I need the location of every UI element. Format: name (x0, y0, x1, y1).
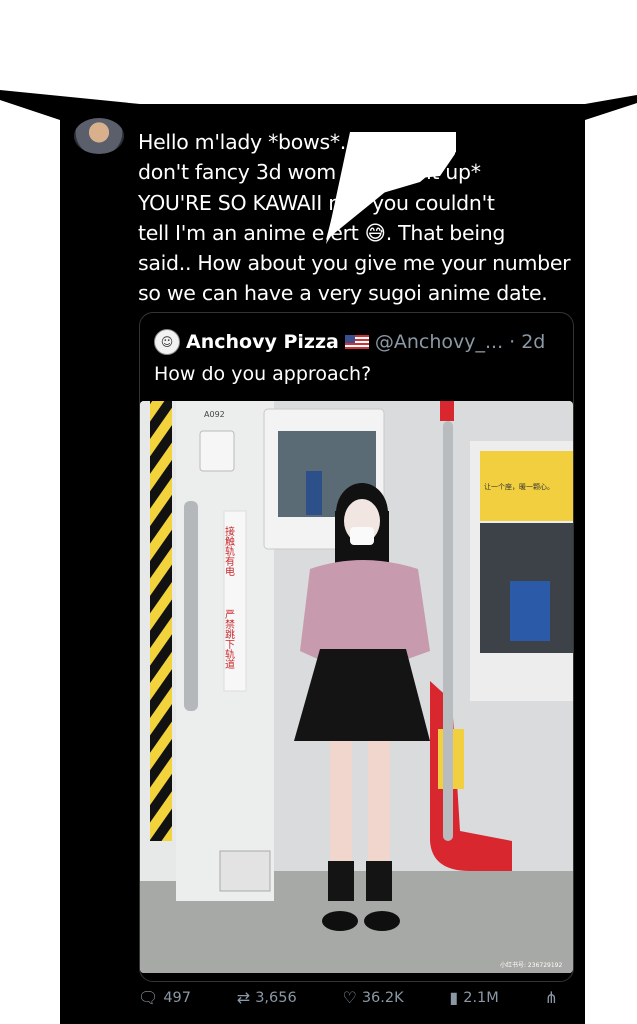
reply-button[interactable]: 🗨 497 (138, 988, 191, 1007)
post-actions: 🗨 497 ⇄ 3,656 ♡ 36.2K ▮ 2.1M ⋔ (138, 988, 558, 1007)
repost-button[interactable]: ⇄ 3,656 (237, 988, 297, 1007)
reply-line: so we can have a very sugoi anime date. (138, 281, 548, 306)
reply-line: tell I'm an anime e ert 😅. That being (138, 220, 506, 245)
banner-text: 让一个座，暖一颗心。 (484, 482, 554, 491)
views-count: 2.1M (463, 989, 499, 1006)
reply-count: 497 (163, 989, 191, 1006)
like-icon: ♡ (342, 988, 357, 1007)
reply-text: Hello m'lady *bows*. typically don't fan… (138, 127, 583, 309)
quoted-post-time[interactable]: · 2d (509, 331, 545, 353)
quoted-post-text: How do you approach? (154, 363, 372, 385)
reply-line: Hello m'lady *bows*. typically (138, 130, 436, 154)
sign-text-2: 严禁跳下轨道 (223, 609, 235, 669)
quoted-author-name[interactable]: Anchovy Pizza (186, 331, 339, 353)
reply-line: said.. How about you give me your number (138, 251, 571, 276)
reply-line: YOU'RE SO KAWAII n, if you couldn't (138, 190, 495, 215)
views-button[interactable]: ▮ 2.1M (449, 988, 498, 1007)
us-flag-icon (344, 335, 369, 349)
avatar[interactable] (74, 118, 124, 154)
repost-count: 3,656 (255, 989, 297, 1006)
sign-text-1: 接触轨有电 (223, 525, 235, 576)
reply-line: don't fancy 3d wom eyes light up* (138, 160, 481, 185)
share-button[interactable]: ⋔ (545, 988, 558, 1007)
share-icon: ⋔ (544, 988, 558, 1007)
watermark-text: 小红书号: 236729192 (500, 961, 562, 969)
quoted-post[interactable]: ☺ Anchovy Pizza @Anchovy_... · 2d How do… (139, 312, 574, 982)
quoted-post-header: ☺ Anchovy Pizza @Anchovy_... · 2d (154, 329, 545, 355)
door-code-text: A092 (204, 410, 225, 419)
quoted-avatar-icon[interactable]: ☺ (154, 329, 180, 355)
subway-photo-illustration: A092 接触轨有电 严禁跳下轨道 让一个座，暖一颗心。 小红书号: 23672… (140, 401, 573, 973)
views-icon: ▮ (449, 988, 459, 1007)
like-count: 36.2K (361, 989, 404, 1006)
like-button[interactable]: ♡ 36.2K (342, 988, 403, 1007)
quoted-post-photo[interactable]: A092 接触轨有电 严禁跳下轨道 让一个座，暖一颗心。 小红书号: 23672… (140, 401, 573, 973)
reply-icon: 🗨 (138, 988, 159, 1007)
repost-icon: ⇄ (236, 988, 251, 1007)
quoted-author-handle[interactable]: @Anchovy_... (375, 331, 503, 353)
